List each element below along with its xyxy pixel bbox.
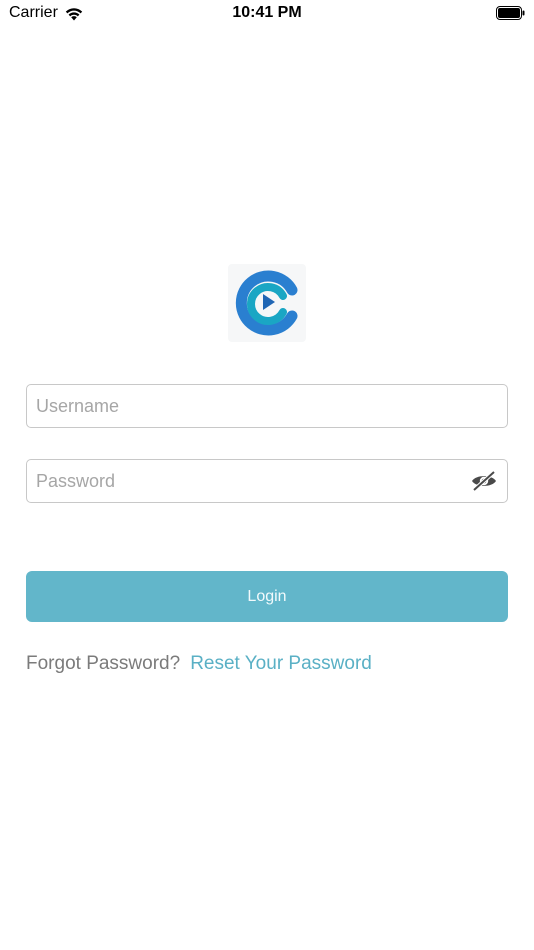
login-button[interactable]: Login (26, 571, 508, 622)
status-bar: Carrier 10:41 PM (0, 0, 534, 28)
eye-slash-icon[interactable] (470, 470, 498, 492)
forgot-password-row: Forgot Password? Reset Your Password (26, 653, 372, 675)
app-logo-icon (235, 270, 298, 336)
password-field[interactable] (26, 459, 508, 503)
forgot-password-prompt: Forgot Password? (26, 653, 181, 674)
status-time: 10:41 PM (232, 4, 302, 21)
username-input[interactable] (36, 385, 456, 427)
login-screen: Carrier 10:41 PM Username Login Forgot P… (0, 0, 534, 950)
password-input[interactable] (36, 460, 456, 502)
login-button-label: Login (247, 587, 287, 605)
battery-icon (496, 6, 525, 20)
username-field[interactable] (26, 384, 508, 428)
app-logo (228, 264, 306, 342)
reset-password-link[interactable]: Reset Your Password (190, 653, 372, 675)
